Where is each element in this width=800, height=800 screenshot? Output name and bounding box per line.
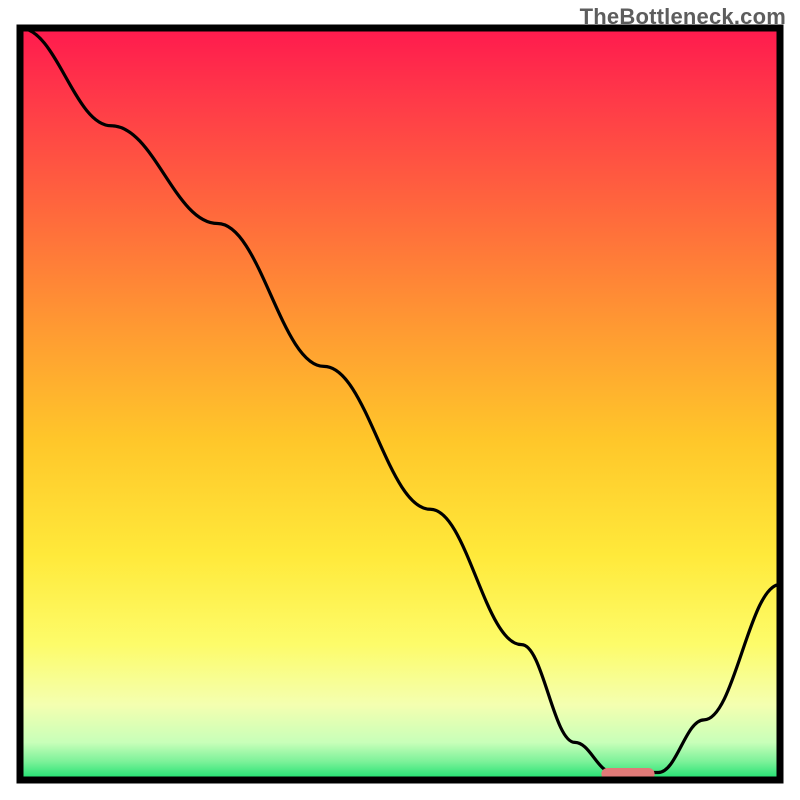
bottleneck-chart: [0, 0, 800, 800]
gradient-background: [20, 28, 780, 780]
chart-container: TheBottleneck.com: [0, 0, 800, 800]
watermark-text: TheBottleneck.com: [580, 4, 786, 30]
